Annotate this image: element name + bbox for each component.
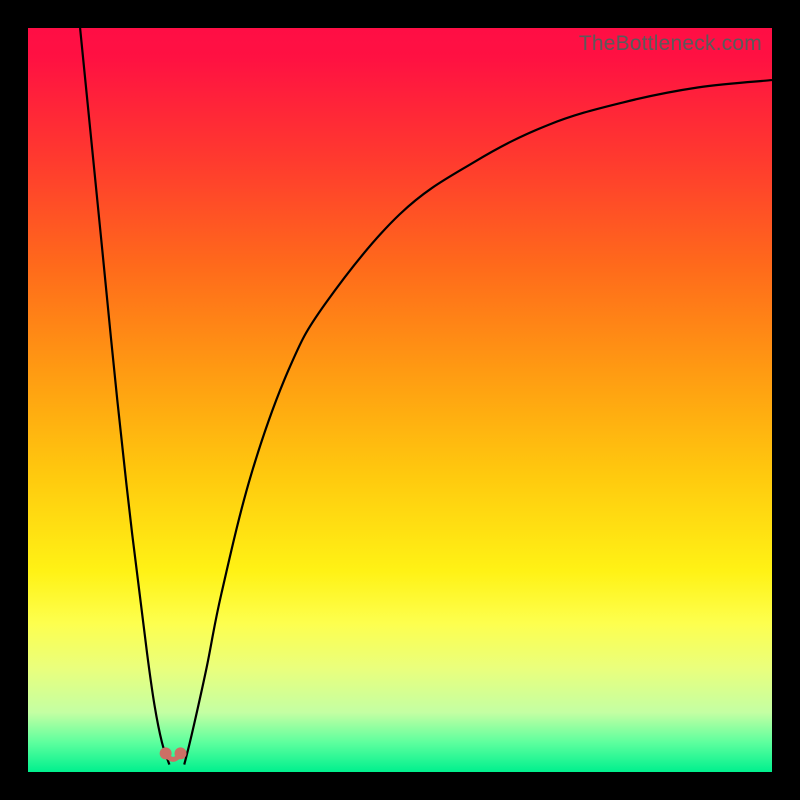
marker-min-right xyxy=(175,747,187,759)
chart-frame: TheBottleneck.com xyxy=(0,0,800,800)
plot-area: TheBottleneck.com xyxy=(28,28,772,772)
curve-right-branch xyxy=(184,80,772,764)
chart-svg xyxy=(28,28,772,772)
marker-min-left xyxy=(160,747,172,759)
curve-left-branch xyxy=(80,28,169,765)
